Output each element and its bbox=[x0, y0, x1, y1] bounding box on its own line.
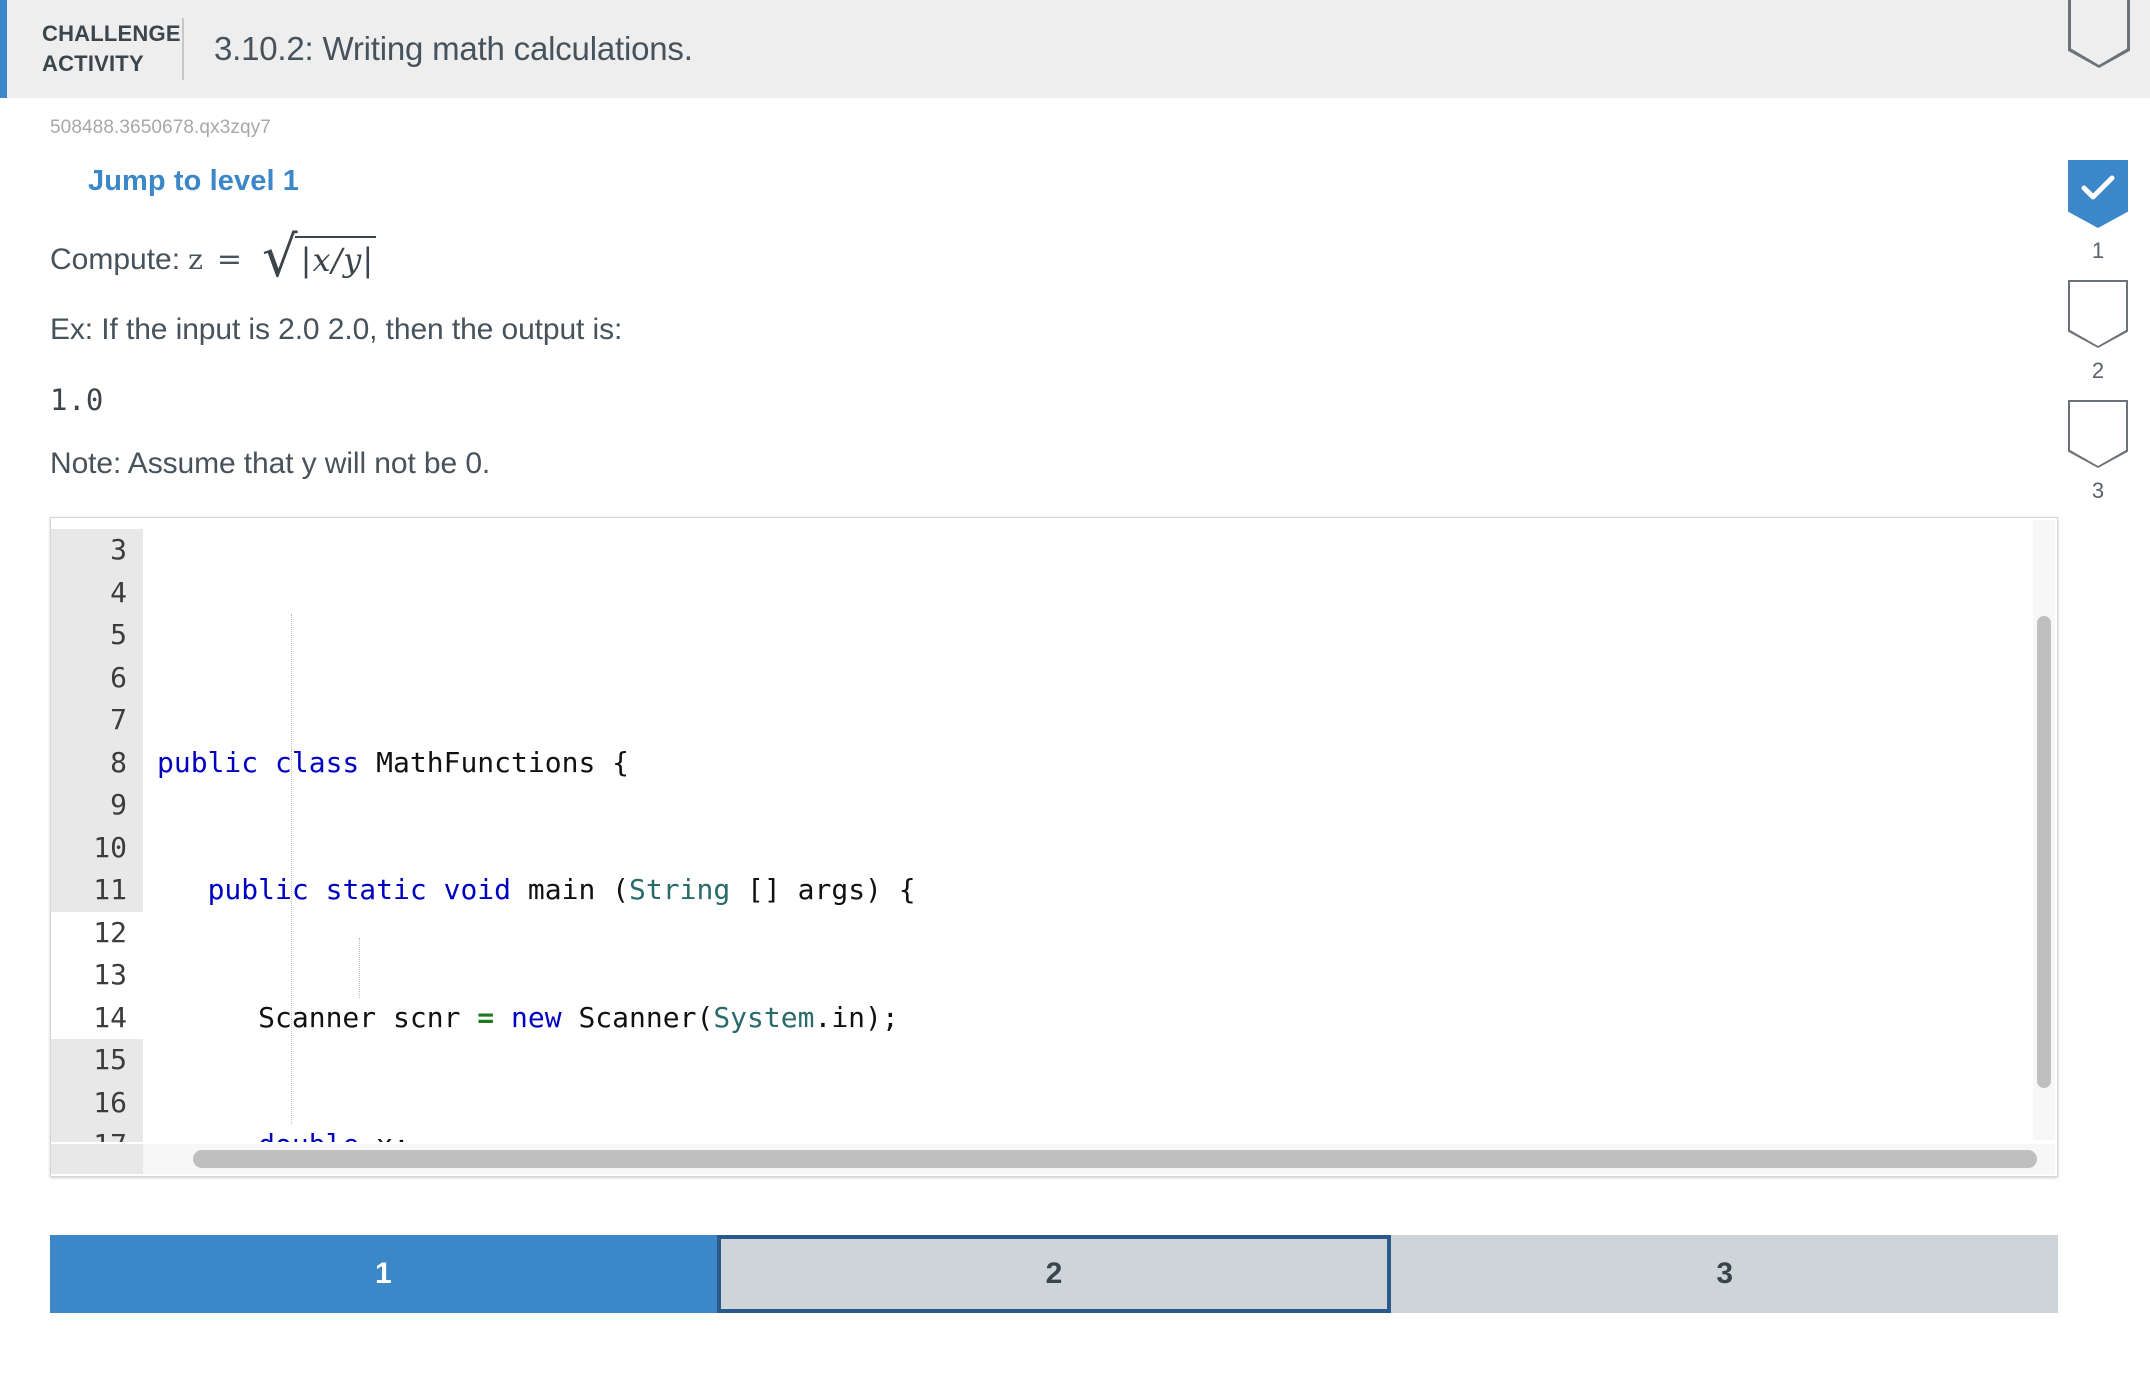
level-button-group: 1 2 3 bbox=[50, 1235, 2059, 1313]
level-button-3[interactable]: 3 bbox=[1391, 1235, 2059, 1313]
check-icon bbox=[2081, 175, 2115, 200]
line-number: 6 bbox=[51, 656, 143, 699]
code-editor[interactable]: 3 4 5 6 7 8 9 10 11 12 13 14 15 16 17 pu… bbox=[50, 517, 2058, 1177]
line-number: 4 bbox=[51, 571, 143, 614]
challenge-activity-label-line2: Activity bbox=[42, 51, 144, 76]
progress-rail: 1 2 3 bbox=[2066, 160, 2130, 520]
sqrt-expression: √ |x/y| bbox=[261, 225, 377, 290]
note-text: Note: Assume that y will not be 0. bbox=[50, 447, 491, 480]
gutter-footer bbox=[51, 1144, 143, 1174]
progress-rail-item-1[interactable]: 1 bbox=[2068, 160, 2128, 264]
shield-complete-badge[interactable] bbox=[2068, 160, 2128, 228]
example-output: 1.0 bbox=[50, 383, 104, 417]
challenge-activity-label: Challenge Activity bbox=[7, 19, 182, 78]
example-text: Ex: If the input is 2.0 2.0, then the ou… bbox=[50, 313, 623, 346]
line-number: 17 bbox=[51, 1124, 143, 1142]
challenge-activity-header: Challenge Activity 3.10.2: Writing math … bbox=[0, 0, 2150, 98]
level-button-1[interactable]: 1 bbox=[50, 1235, 717, 1313]
line-number: 3 bbox=[51, 529, 143, 572]
code-line[interactable]: public class MathFunctions { bbox=[143, 742, 2057, 785]
line-number: 12 bbox=[51, 911, 143, 954]
line-number: 13 bbox=[51, 954, 143, 997]
formula-radicand: |x/y| bbox=[294, 236, 377, 283]
code-line[interactable]: public static void main (String [] args)… bbox=[143, 869, 2057, 912]
header-divider bbox=[182, 18, 184, 80]
shield-outline-icon[interactable] bbox=[2068, 280, 2128, 348]
shield-outline-icon[interactable] bbox=[2068, 400, 2128, 468]
compute-label: Compute: bbox=[50, 242, 181, 276]
compute-formula: Compute: z = √ |x/y| bbox=[50, 225, 2150, 290]
level-button-2[interactable]: 2 bbox=[716, 1235, 1392, 1313]
code-editor-viewport[interactable]: 3 4 5 6 7 8 9 10 11 12 13 14 15 16 17 pu… bbox=[51, 518, 2057, 1142]
line-number: 8 bbox=[51, 741, 143, 784]
line-number: 5 bbox=[51, 614, 143, 657]
horizontal-scrollbar-thumb[interactable] bbox=[193, 1150, 2037, 1168]
horizontal-scrollbar[interactable] bbox=[143, 1144, 2055, 1174]
progress-rail-item-2[interactable]: 2 bbox=[2068, 280, 2128, 384]
line-number: 9 bbox=[51, 784, 143, 827]
progress-rail-number: 2 bbox=[2091, 358, 2105, 383]
line-number: 7 bbox=[51, 699, 143, 742]
code-text-area[interactable]: public class MathFunctions { public stat… bbox=[143, 518, 2057, 1142]
activity-id: 508488.3650678.qx3zqy7 bbox=[50, 117, 271, 138]
line-number: 15 bbox=[51, 1039, 143, 1082]
line-number: 10 bbox=[51, 826, 143, 869]
formula-lhs: z bbox=[188, 243, 203, 276]
header-shield-badge bbox=[2068, 0, 2130, 68]
line-number: 16 bbox=[51, 1081, 143, 1124]
page-title: 3.10.2: Writing math calculations. bbox=[214, 30, 693, 67]
code-line[interactable]: double x; bbox=[143, 1124, 2057, 1142]
line-number: 14 bbox=[51, 996, 143, 1039]
line-number: 11 bbox=[51, 869, 143, 912]
vertical-scrollbar[interactable] bbox=[2033, 520, 2055, 1140]
vertical-scrollbar-thumb[interactable] bbox=[2037, 616, 2051, 1088]
progress-rail-item-3[interactable]: 3 bbox=[2068, 400, 2128, 504]
progress-rail-number: 3 bbox=[2091, 478, 2105, 503]
challenge-activity-label-line1: Challenge bbox=[42, 21, 181, 47]
jump-to-level-link[interactable]: Jump to level 1 bbox=[88, 165, 299, 198]
progress-rail-number: 1 bbox=[2091, 238, 2105, 263]
formula-equals: = bbox=[216, 242, 242, 277]
activity-body: 508488.3650678.qx3zqy7 Jump to level 1 C… bbox=[0, 98, 2150, 1313]
line-number-gutter: 3 4 5 6 7 8 9 10 11 12 13 14 15 16 17 bbox=[51, 518, 143, 1142]
code-line[interactable]: Scanner scnr = new Scanner(System.in); bbox=[143, 997, 2057, 1040]
radical-icon: √ bbox=[261, 225, 298, 290]
shield-outline-icon bbox=[2068, 0, 2130, 68]
indent-guide bbox=[359, 938, 360, 998]
